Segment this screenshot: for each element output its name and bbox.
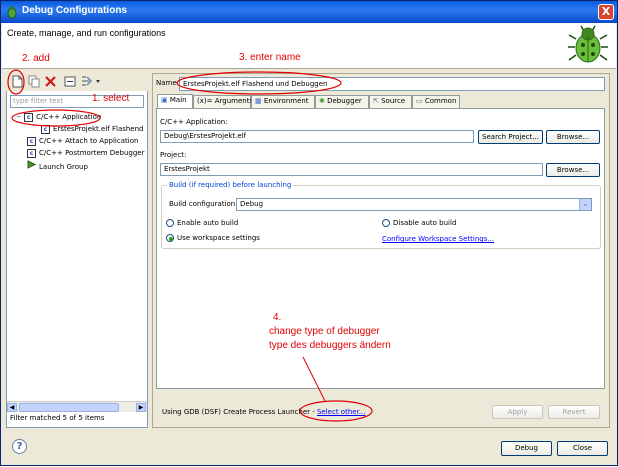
revert-button[interactable]: Revert [548,405,600,419]
debug-bug-icon [5,5,19,19]
annotation-step4-number: 4. [273,312,282,323]
tree-item-label: C/C++ Postmortem Debugger [39,149,145,157]
radio-use-workspace-settings[interactable]: Use workspace settings [166,234,260,242]
tree-item-cpp-application[interactable]: − c C/C++ Application [16,112,101,123]
launch-icon [27,160,37,173]
launcher-info: Using GDB (DSF) Create Process Launcher … [162,408,366,416]
configure-workspace-link[interactable]: Configure Workspace Settings... [382,235,494,243]
tree-item-label: Launch Group [39,163,88,171]
radio-circle-selected[interactable] [166,234,174,242]
radio-enable-auto-build[interactable]: Enable auto build [166,219,238,227]
tab-label: Arguments [214,97,254,105]
scroll-thumb[interactable] [19,403,119,412]
tab-arguments[interactable]: (x)= Arguments [193,95,254,108]
c-icon: c [24,112,34,122]
annotation-step4-line1: change type of debugger [269,326,380,337]
name-input[interactable]: ErstesProjekt.elf Flashend und Debuggen [179,77,605,91]
tab-label: Common [424,97,457,105]
window-title: Debug Configurations [22,5,127,16]
build-config-value: Debug [240,200,264,208]
horizontal-scrollbar[interactable]: ◀ ▶ [7,401,147,412]
new-configuration-icon[interactable] [11,75,24,88]
scroll-right-icon[interactable]: ▶ [136,403,146,412]
tree-item-label: C/C++ Attach to Application [39,137,139,145]
header-text: Create, manage, and run configurations [7,28,166,38]
arguments-icon: (x)= [197,97,213,105]
collapse-all-icon[interactable] [64,75,77,88]
radio-label: Enable auto build [177,219,239,227]
tree-expand-icon[interactable]: − [16,113,22,121]
tree-item-label: C/C++ Application [36,113,102,121]
annotation-add: 2. add [22,53,50,64]
app-label: C/C++ Application: [160,118,228,126]
duplicate-icon[interactable] [28,75,41,88]
name-label: Name: [156,79,180,87]
tab-debugger[interactable]: ✱ Debugger [315,95,369,108]
launcher-text: Using GDB (DSF) Create Process Launcher … [162,408,317,416]
project-label: Project: [160,151,187,159]
annotation-enter-name: 3. enter name [239,52,301,63]
select-other-link[interactable]: Select other... [317,408,366,416]
c-icon: c [41,124,50,134]
tab-source[interactable]: ⇱ Source [369,95,412,108]
tab-common[interactable]: ▭ Common [412,95,460,108]
tab-label: Environment [263,97,309,105]
delete-icon[interactable] [44,75,57,88]
debug-button[interactable]: Debug [501,441,552,456]
title-bar: Debug Configurations X [1,1,617,23]
chevron-down-icon[interactable]: ⌄ [579,199,591,210]
radio-circle[interactable] [382,219,390,227]
tab-label: Main [169,96,187,104]
tree-item-label: ErstesProjekt.elf Flashend [53,125,144,133]
c-icon: c [27,136,36,146]
window-close-button[interactable]: X [598,4,614,20]
tree-item-launch-group[interactable]: Launch Group [27,160,88,171]
build-group-title: Build (if required) before launching [167,181,294,189]
filter-menu-icon[interactable] [81,75,101,88]
annotation-select: 1. select [92,93,130,104]
tab-environment[interactable]: ▦ Environment [251,95,315,108]
tree-item-erstesprojekt[interactable]: c ErstesProjekt.elf Flashend [41,124,144,135]
radio-disable-auto-build[interactable]: Disable auto build [382,219,456,227]
tab-label: Debugger [327,97,362,105]
bug-logo-icon [566,25,610,65]
close-button[interactable]: Close [557,441,608,456]
tab-main[interactable]: ▣ Main [157,94,193,108]
left-toolbar [6,73,148,91]
apply-button[interactable]: Apply [492,405,543,419]
search-project-button[interactable]: Search Project... [478,130,543,144]
browse-project-button[interactable]: Browse... [546,163,600,177]
radio-label: Use workspace settings [177,234,260,242]
annotation-step4-line2: type des debuggers ändern [269,340,391,351]
build-config-label: Build configuration: [169,200,238,208]
c-icon: c [27,148,36,158]
scroll-left-icon[interactable]: ◀ [7,403,17,412]
radio-label: Disable auto build [393,219,457,227]
dialog-header: Create, manage, and run configurations [2,23,616,69]
browse-app-button[interactable]: Browse... [546,130,600,144]
filter-status: Filter matched 5 of 5 items [10,414,105,422]
tree-item-cpp-attach[interactable]: c C/C++ Attach to Application [27,136,138,147]
help-icon[interactable]: ? [12,439,27,454]
project-input[interactable]: ErstesProjekt [160,163,543,176]
app-path-input[interactable]: Debug\ErstesProjekt.elf [160,130,474,143]
tree-item-cpp-postmortem[interactable]: c C/C++ Postmortem Debugger [27,148,144,159]
dialog-window: Debug Configurations X Create, manage, a… [0,0,618,466]
tab-label: Source [381,97,406,105]
radio-circle[interactable] [166,219,174,227]
build-config-select[interactable]: Debug ⌄ [236,198,592,211]
